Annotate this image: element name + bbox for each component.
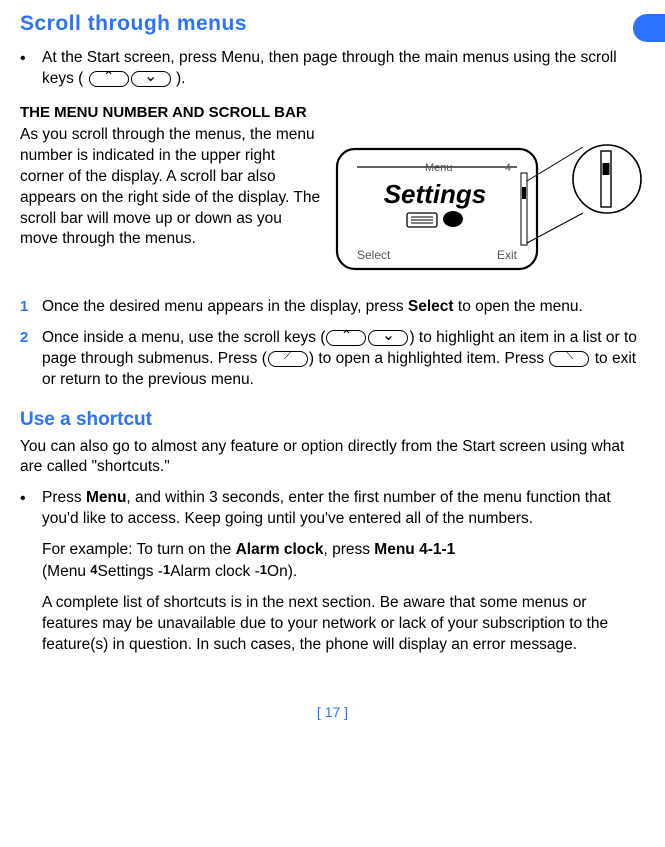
fig-softkey-select: Select xyxy=(357,248,391,262)
text: Press xyxy=(42,489,86,506)
text-bold: Select xyxy=(408,298,454,315)
step-number-2: 2 xyxy=(20,328,42,391)
scroll-up-key-icon xyxy=(89,71,129,87)
text: ) to open a highlighted item. Press xyxy=(309,350,549,367)
fig-menu-number: 4 xyxy=(505,162,511,174)
heading-scroll-through-menus: Scroll through menus xyxy=(20,12,645,36)
paragraph-scrollbar-description: As you scroll through the menus, the men… xyxy=(20,126,320,248)
text-sup: 1 xyxy=(260,562,267,577)
text: Settings - xyxy=(97,563,162,580)
phone-display-figure: Menu 4 Settings Select Exit xyxy=(335,129,645,279)
bullet-marker: • xyxy=(20,48,42,90)
page-number: [ 17 ] xyxy=(20,704,645,720)
text: For example: To turn on the xyxy=(42,541,236,558)
step-number-1: 1 xyxy=(20,297,42,318)
bullet-text-2: Press Menu, and within 3 seconds, enter … xyxy=(42,488,645,530)
example-text: For example: To turn on the Alarm clock,… xyxy=(42,540,645,583)
text: (Menu xyxy=(42,563,90,580)
text: On). xyxy=(267,563,297,580)
step-2-text: Once inside a menu, use the scroll keys … xyxy=(42,328,645,391)
text: Once the desired menu appears in the dis… xyxy=(42,298,408,315)
fig-settings-title: Settings xyxy=(384,179,487,209)
text: , and within 3 seconds, enter the first … xyxy=(42,489,611,527)
fig-softkey-exit: Exit xyxy=(497,248,518,262)
text: Once inside a menu, use the scroll keys … xyxy=(42,329,325,346)
paragraph-shortcut-intro: You can also go to almost any feature or… xyxy=(20,437,645,479)
text-bold: Menu 4-1-1 xyxy=(374,541,455,558)
text: ). xyxy=(176,70,185,87)
exit-key-icon xyxy=(549,351,589,367)
text-bold: Menu xyxy=(86,489,126,506)
fig-menu-label: Menu xyxy=(425,162,453,174)
text: , press xyxy=(323,541,374,558)
text-bold: Alarm clock xyxy=(236,541,324,558)
heading-use-a-shortcut: Use a shortcut xyxy=(20,409,645,431)
text: to open the menu. xyxy=(454,298,583,315)
subheading-menu-number-scrollbar: THE MENU NUMBER AND SCROLL BAR xyxy=(20,104,645,121)
text: Alarm clock - xyxy=(170,563,260,580)
scroll-up-key-icon xyxy=(326,330,366,346)
scroll-down-key-icon xyxy=(368,330,408,346)
page-edge-tab xyxy=(633,14,665,42)
bullet-marker: • xyxy=(20,488,42,530)
scroll-down-key-icon xyxy=(131,71,171,87)
select-key-icon xyxy=(268,351,308,367)
paragraph-shortcut-note: A complete list of shortcuts is in the n… xyxy=(42,593,645,656)
step-1-text: Once the desired menu appears in the dis… xyxy=(42,297,645,318)
bullet-text-1: At the Start screen, press Menu, then pa… xyxy=(42,48,645,90)
